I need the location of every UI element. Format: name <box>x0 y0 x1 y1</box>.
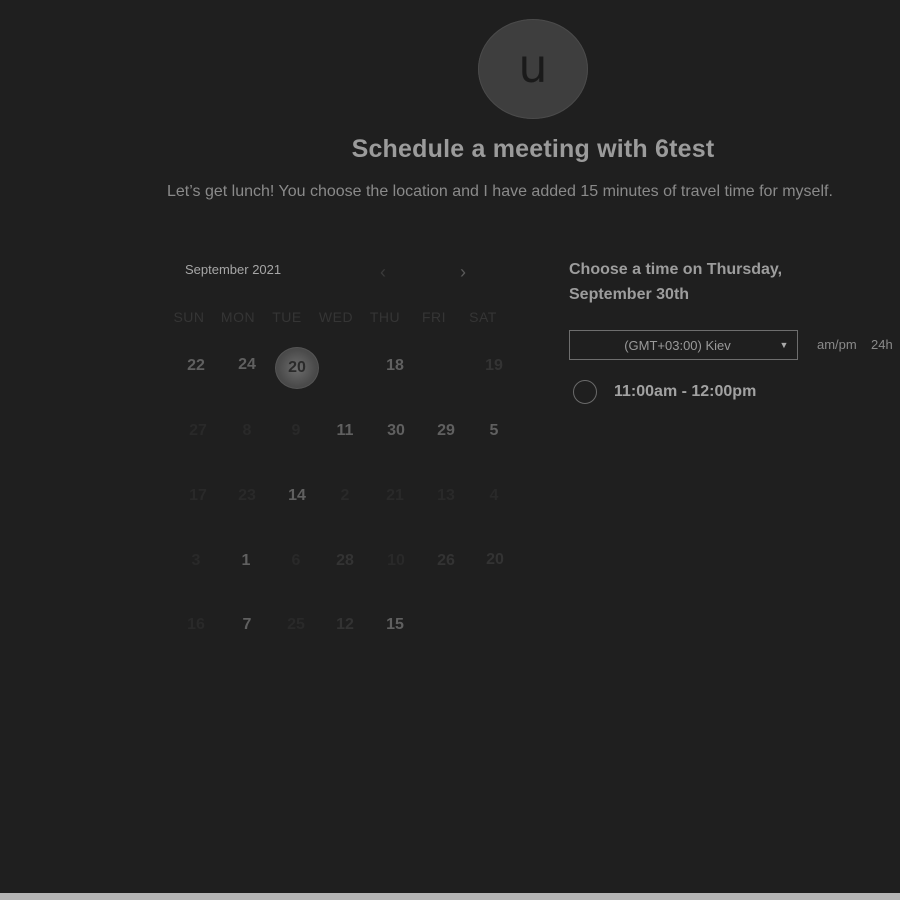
scheduling-page: u Schedule a meeting with 6test Let’s ge… <box>0 0 900 893</box>
weekday-header: SAT <box>469 309 497 325</box>
time-slot-radio[interactable] <box>573 380 597 404</box>
chevron-right-icon[interactable]: › <box>460 262 466 283</box>
window-bottom-edge <box>0 893 900 900</box>
format-toggle-24h[interactable]: 24h <box>871 337 893 352</box>
calendar-day: 22 <box>187 357 205 374</box>
avatar: u <box>478 19 588 119</box>
calendar-day: 24 <box>238 356 256 373</box>
calendar-day: 6 <box>291 552 301 569</box>
calendar-day: 12 <box>336 616 354 633</box>
calendar-day: 10 <box>387 552 405 569</box>
timezone-value: (GMT+03:00) Kiev <box>624 337 731 353</box>
time-picker-heading: Choose a time on Thursday, September 30t… <box>569 261 783 303</box>
time-slot-label[interactable]: 11:00am - 12:00pm <box>614 383 756 401</box>
event-description: Let’s get lunch! You choose the location… <box>167 183 833 200</box>
calendar-day: 26 <box>437 552 455 569</box>
calendar-day: 17 <box>189 487 207 504</box>
calendar-day: 13 <box>437 487 455 504</box>
calendar-day[interactable]: 7 <box>225 603 269 647</box>
calendar-day: 21 <box>386 487 404 504</box>
calendar-day: 23 <box>238 487 256 504</box>
calendar-day[interactable]: 1 <box>224 539 268 583</box>
calendar-day: 18 <box>386 357 404 374</box>
calendar-day <box>323 344 367 388</box>
format-toggle-ampm[interactable]: am/pm <box>817 337 857 352</box>
page-title: Schedule a meeting with 6test <box>351 135 715 163</box>
calendar-day: 16 <box>187 616 205 633</box>
calendar-day: 3 <box>191 552 201 569</box>
calendar-month-label: September 2021 <box>185 262 282 277</box>
calendar-day: 19 <box>485 357 503 374</box>
weekday-header: SUN <box>173 309 205 325</box>
calendar-day: 28 <box>336 552 354 569</box>
caret-down-icon: ▼ <box>779 340 789 350</box>
calendar-day: 25 <box>287 616 305 633</box>
calendar-day <box>472 603 516 647</box>
weekday-header: FRI <box>421 309 447 325</box>
calendar-day: 27 <box>189 422 207 439</box>
avatar-initial: u <box>518 39 548 93</box>
calendar-day[interactable]: 5 <box>472 409 516 453</box>
weekday-header: THU <box>369 309 401 325</box>
calendar-day: 2 <box>340 487 350 504</box>
chevron-left-icon[interactable]: ‹ <box>380 262 386 283</box>
calendar-day-selected[interactable]: 20 <box>275 347 319 389</box>
calendar-day: 20 <box>486 551 504 568</box>
timezone-select[interactable]: (GMT+03:00) Kiev ▼ <box>569 330 798 360</box>
calendar-day[interactable]: 15 <box>373 603 417 647</box>
calendar-day[interactable]: 30 <box>374 409 418 453</box>
calendar-day: 8 <box>242 422 252 439</box>
calendar-day[interactable]: 29 <box>424 409 468 453</box>
weekday-header: WED <box>318 309 354 325</box>
weekday-header: MON <box>220 309 256 325</box>
calendar-day[interactable]: 11 <box>323 409 367 453</box>
calendar-day: 9 <box>291 422 301 439</box>
calendar-day[interactable]: 14 <box>275 474 319 518</box>
calendar-day: 4 <box>489 487 499 504</box>
calendar-day <box>424 603 468 647</box>
weekday-header: TUE <box>272 309 302 325</box>
calendar-day <box>422 344 466 388</box>
